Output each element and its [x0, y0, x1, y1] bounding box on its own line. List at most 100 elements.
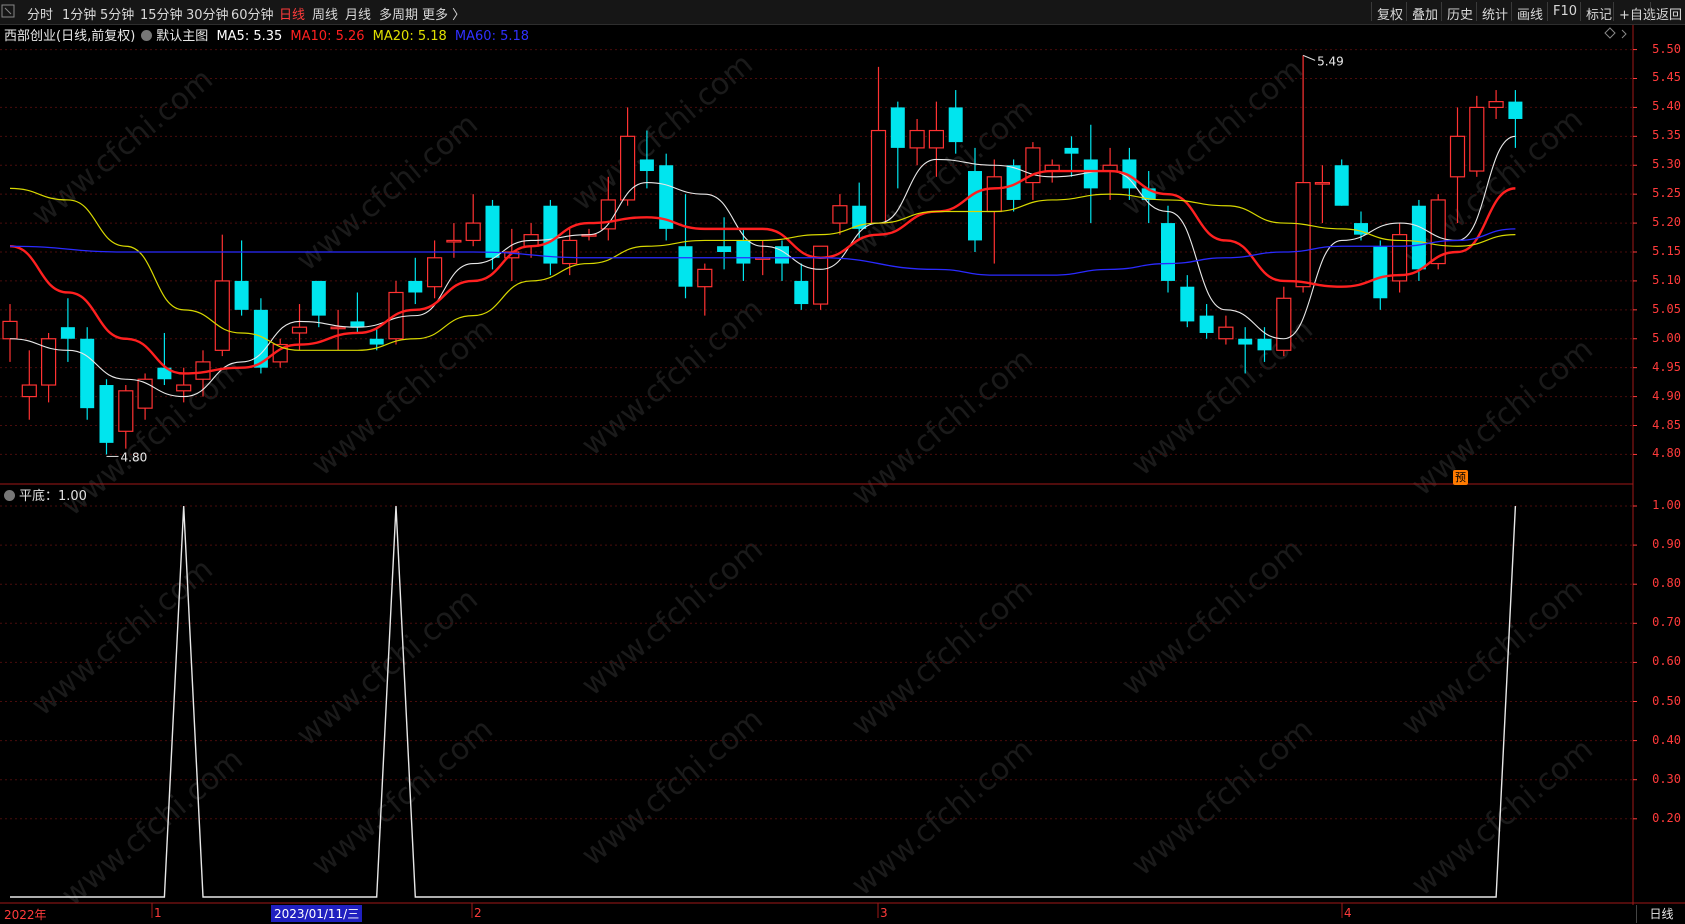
candle: [80, 327, 95, 420]
candlesticks: [2, 55, 1523, 455]
candle: [697, 263, 713, 316]
watermark: www.cfchi.com: [845, 571, 1040, 744]
price-tick-label: 5.30: [1652, 157, 1681, 172]
indicator-tick-label: 0.50: [1652, 693, 1681, 708]
watermark: www.cfchi.com: [565, 46, 760, 219]
chevron-right-icon: [1621, 29, 1627, 39]
candle: [909, 118, 925, 166]
candle: [562, 228, 578, 276]
candle: [755, 240, 771, 276]
period-tab-10[interactable]: 更多 〉: [422, 4, 465, 23]
stock-info-line: 西部创业(日线,前复权) 默认主图 MA5: 5.35 MA10: 5.26 MA…: [4, 25, 533, 44]
candle: [1218, 315, 1234, 345]
price-tick-label: 4.85: [1652, 417, 1681, 432]
candle: [137, 373, 153, 420]
ma5-value: MA5: 5.35: [216, 29, 283, 44]
ma60-line: [9, 228, 1516, 276]
watermark: www.cfchi.com: [1115, 531, 1310, 704]
candle: [523, 223, 539, 258]
indicator-tick-label: 0.70: [1652, 615, 1681, 630]
candle: [1488, 90, 1504, 119]
candle: [1295, 55, 1311, 293]
selected-date: 2023/01/11/三: [271, 905, 363, 922]
candle: [812, 245, 829, 310]
candle: [581, 228, 597, 241]
period-tab-6[interactable]: 日线: [279, 4, 305, 23]
watermark: www.cfchi.com: [25, 61, 220, 234]
period-tab-7[interactable]: 周线: [312, 4, 338, 23]
period-tab-4[interactable]: 30分钟: [186, 4, 229, 23]
toolbar-button-6[interactable]: 标记: [1580, 2, 1617, 23]
toolbar-button-1[interactable]: 叠加: [1406, 2, 1443, 23]
price-tick-label: 5.00: [1652, 330, 1681, 345]
candle: [1025, 142, 1041, 200]
candle: [678, 194, 693, 299]
candle: [1199, 304, 1214, 339]
candle: [330, 309, 346, 351]
watermark: www.cfchi.com: [305, 711, 500, 884]
forecast-badge[interactable]: 预: [1453, 470, 1468, 485]
corner-menu-icon[interactable]: [0, 3, 16, 19]
period-tab-1[interactable]: 1分钟: [62, 4, 96, 23]
period-tab-0[interactable]: 分时: [27, 4, 53, 23]
indicator-tick-label: 0.60: [1652, 654, 1681, 669]
candle: [99, 379, 114, 455]
watermark: www.cfchi.com: [25, 551, 220, 724]
indicator-tick-label: 0.40: [1652, 732, 1681, 747]
indicator-label: 平底：1.00: [4, 485, 87, 504]
settings-icon[interactable]: [141, 30, 153, 41]
toolbar-button-5[interactable]: F10: [1547, 2, 1582, 21]
candle: [1314, 165, 1331, 224]
price-tick-label: 4.90: [1652, 388, 1681, 403]
candle: [659, 153, 674, 241]
toolbar-button-0[interactable]: 复权: [1371, 2, 1408, 23]
watermark: www.cfchi.com: [290, 106, 485, 279]
candle: [214, 234, 230, 357]
toolbar-button-3[interactable]: 统计: [1476, 2, 1513, 23]
toolbar-button-4[interactable]: 画线: [1511, 2, 1548, 23]
watermark: www.cfchi.com: [1405, 331, 1600, 504]
watermark: www.cfchi.com: [55, 741, 250, 914]
indicator-settings-icon[interactable]: [4, 490, 15, 501]
candle: [1354, 211, 1368, 241]
high-label: 5.49: [1317, 54, 1344, 68]
candle: [832, 194, 848, 235]
month-label: 2: [474, 906, 482, 920]
candle: [794, 263, 809, 310]
diamond-icon: [1604, 27, 1616, 39]
main-chart-label[interactable]: 默认主图: [156, 29, 208, 44]
indicator-tick-label: 0.80: [1652, 576, 1681, 591]
period-tab-8[interactable]: 月线: [345, 4, 371, 23]
candle: [234, 240, 249, 316]
watermark: www.cfchi.com: [1115, 51, 1310, 224]
ma60-value: MA60: 5.18: [454, 29, 530, 44]
candle: [485, 199, 500, 270]
candle: [1508, 90, 1523, 148]
period-tab-9[interactable]: 多周期: [379, 4, 418, 23]
watermark: www.cfchi.com: [575, 291, 770, 464]
period-tab-3[interactable]: 15分钟: [140, 4, 183, 23]
candle: [1161, 205, 1175, 293]
ma20-value: MA20: 5.18: [372, 29, 447, 44]
month-label: 3: [880, 906, 888, 920]
toolbar-button-2[interactable]: 历史: [1441, 2, 1478, 23]
candle: [291, 304, 308, 351]
period-tab-5[interactable]: 60分钟: [231, 4, 274, 23]
candle: [388, 280, 404, 345]
price-tick-label: 5.40: [1652, 99, 1681, 114]
month-label: 4: [1344, 906, 1352, 920]
candle: [1006, 159, 1021, 212]
period-tab-2[interactable]: 5分钟: [100, 4, 134, 23]
candle: [986, 159, 1002, 264]
candle: [1083, 124, 1098, 224]
price-tick-label: 4.95: [1652, 359, 1681, 374]
toolbar-button-8[interactable]: 返回: [1650, 2, 1685, 23]
period-button[interactable]: 日线: [1636, 905, 1685, 923]
top-toolbar: 分时 1分钟 5分钟 15分钟 30分钟 60分钟 日线 周线 月线 多周期 更多 〉 复权 叠加 历史…: [0, 0, 1685, 25]
stock-name: 西部创业(日线,前复权): [4, 29, 136, 44]
candle: [1064, 136, 1079, 177]
candle: [717, 217, 732, 270]
candle: [1373, 240, 1388, 310]
watermark: www.cfchi.com: [845, 91, 1040, 264]
candle: [2, 304, 18, 362]
